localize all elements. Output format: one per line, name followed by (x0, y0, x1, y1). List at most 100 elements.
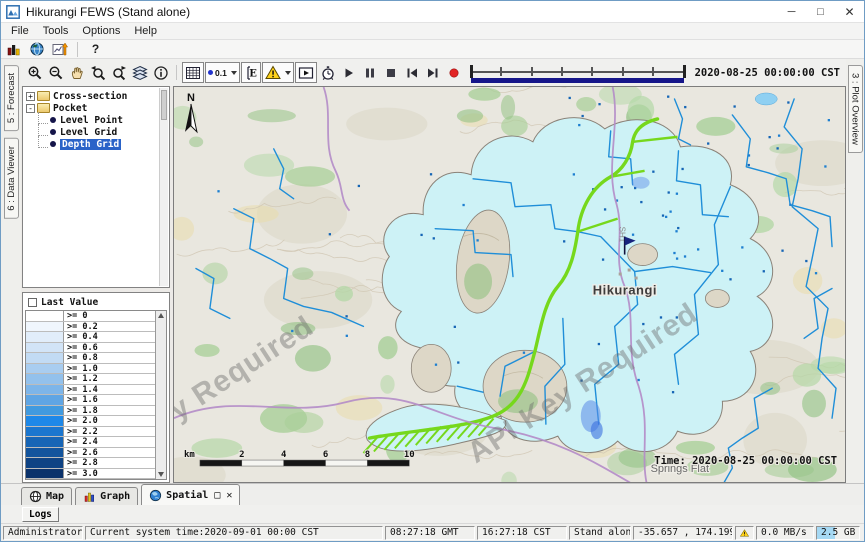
logs-button[interactable]: Logs (22, 507, 59, 522)
tree-connector (38, 112, 48, 124)
timeline-handle[interactable] (470, 65, 473, 78)
threshold-value-dropdown[interactable]: 0.1 (205, 62, 240, 83)
tab-spatial[interactable]: Spatial □ ✕ (141, 484, 240, 505)
timeline-handle[interactable] (683, 65, 686, 78)
zoom-next-button[interactable] (109, 62, 129, 83)
legend-swatch (26, 385, 64, 395)
expander-icon[interactable]: - (26, 104, 35, 113)
tree-item-depth-grid[interactable]: Depth Grid (25, 138, 167, 150)
node-bullet-icon (50, 117, 56, 123)
tab-graph[interactable]: Graph (75, 487, 138, 505)
legend-swatch (26, 479, 64, 480)
scroll-up-icon[interactable] (158, 313, 164, 318)
scrollbar-thumb[interactable] (161, 90, 167, 120)
legend-panel: Last Value >= 0>= 0.2>= 0.4>= 0.6>= 0.8>… (22, 292, 170, 483)
legend-row: >= 0.2 (26, 322, 155, 333)
folder-icon (37, 91, 50, 101)
animation-panel-button[interactable] (295, 62, 317, 83)
last-value-checkbox[interactable] (28, 298, 37, 307)
timeline-tick (531, 67, 533, 76)
step-backward-button[interactable] (402, 62, 422, 83)
svg-text:4: 4 (281, 450, 286, 460)
close-button[interactable]: ✕ (835, 1, 864, 22)
timer-icon[interactable] (318, 62, 338, 83)
pan-hand-icon[interactable] (67, 62, 87, 83)
warning-dropdown[interactable] (262, 62, 294, 83)
expander-icon[interactable]: + (26, 92, 35, 101)
toolbar-separator (176, 65, 177, 80)
scroll-down-icon[interactable] (158, 472, 164, 477)
spatial-map[interactable]: SH1 Hikurangi Springs Flat API Key (173, 86, 846, 483)
play-button[interactable] (339, 62, 359, 83)
status-user: Administrator (3, 526, 83, 540)
info-icon[interactable] (151, 62, 171, 83)
timeline-tick (500, 67, 502, 76)
grid-display-icon[interactable] (50, 40, 69, 58)
menu-help[interactable]: Help (127, 24, 164, 38)
main-toolbar: ? (1, 40, 864, 59)
zoom-in-button[interactable] (25, 62, 45, 83)
map-display-icon[interactable] (27, 40, 46, 58)
tab-map[interactable]: Map (21, 487, 72, 505)
filter-tree: + Cross-section - Pocket (22, 86, 170, 288)
legend-swatch (26, 343, 64, 353)
menu-bar: File Tools Options Help (1, 23, 864, 40)
step-forward-button[interactable] (423, 62, 443, 83)
timeline-slider[interactable] (471, 63, 684, 83)
status-text: Stand alone (574, 527, 631, 538)
tree-scrollbar[interactable] (159, 88, 168, 286)
legend-scrollbar[interactable] (155, 311, 166, 479)
zoom-out-button[interactable] (46, 62, 66, 83)
legend-row: >= 0.8 (26, 353, 155, 364)
map-canvas[interactable]: SH1 Hikurangi Springs Flat API Key (174, 87, 845, 482)
legend-row: >= 2.6 (26, 448, 155, 459)
dock-tab-data-viewer[interactable]: 6 : Data Viewer (4, 138, 19, 219)
menu-tools[interactable]: Tools (36, 24, 76, 38)
stop-button[interactable] (381, 62, 401, 83)
legend-row: >= 1.6 (26, 395, 155, 406)
tab-maximize-icon[interactable]: □ (214, 490, 220, 501)
tab-close-icon[interactable]: ✕ (226, 490, 232, 501)
tree-item-cross-section[interactable]: + Cross-section (25, 90, 167, 102)
status-memory: 2.5 GB (816, 526, 860, 540)
last-value-row: Last Value (25, 295, 167, 310)
menu-file[interactable]: File (4, 24, 36, 38)
status-text: Administrator (8, 527, 82, 538)
dock-tab-forecast[interactable]: 5 : Forecast (4, 65, 19, 131)
legend-row: >= 3.0 (26, 469, 155, 480)
dock-tab-plot-overview[interactable]: 3 : Plot Overview (848, 65, 863, 153)
pause-button[interactable] (360, 62, 380, 83)
explorer-icon[interactable] (4, 40, 23, 58)
zoom-previous-button[interactable] (88, 62, 108, 83)
north-label: N (187, 92, 195, 104)
layers-icon[interactable] (130, 62, 150, 83)
menu-options[interactable]: Options (75, 24, 127, 38)
status-mode: Stand alone (569, 526, 631, 540)
maximize-button[interactable]: □ (806, 1, 835, 22)
warning-icon (740, 527, 749, 539)
longitudinal-profile-button[interactable]: E (241, 62, 261, 83)
grid-view-button[interactable] (182, 62, 204, 83)
legend-row: >= 1.0 (26, 364, 155, 375)
legend-label: >= 1.2 (64, 374, 155, 384)
legend-label: >= 2.4 (64, 437, 155, 447)
threshold-value: 0.1 (215, 68, 227, 78)
status-warning (735, 526, 754, 540)
legend-label: >= 0.6 (64, 343, 155, 353)
help-icon[interactable]: ? (86, 40, 105, 58)
legend-row: >= 2.4 (26, 437, 155, 448)
status-gmt-time: 08:27:18 GMT (385, 526, 475, 540)
map-toolbar: 0.1 E (21, 59, 846, 86)
status-system-time: Current system time:2020-09-01 00:00 CST (85, 526, 383, 540)
main-area: 5 : Forecast 6 : Data Viewer (1, 59, 864, 483)
minimize-button[interactable]: ─ (777, 1, 806, 22)
legend-swatch (26, 458, 64, 468)
legend-row: >= 2.2 (26, 427, 155, 438)
last-value-label: Last Value (41, 297, 98, 308)
window-title: Hikurangi FEWS (Stand alone) (26, 5, 190, 19)
view-tab-bar: Map Graph Spatial □ ✕ (1, 483, 864, 505)
tree-item-label: Pocket (53, 103, 87, 114)
record-button[interactable] (444, 62, 464, 83)
legend-label: >= 0.4 (64, 332, 155, 342)
svg-text:2: 2 (239, 450, 244, 460)
